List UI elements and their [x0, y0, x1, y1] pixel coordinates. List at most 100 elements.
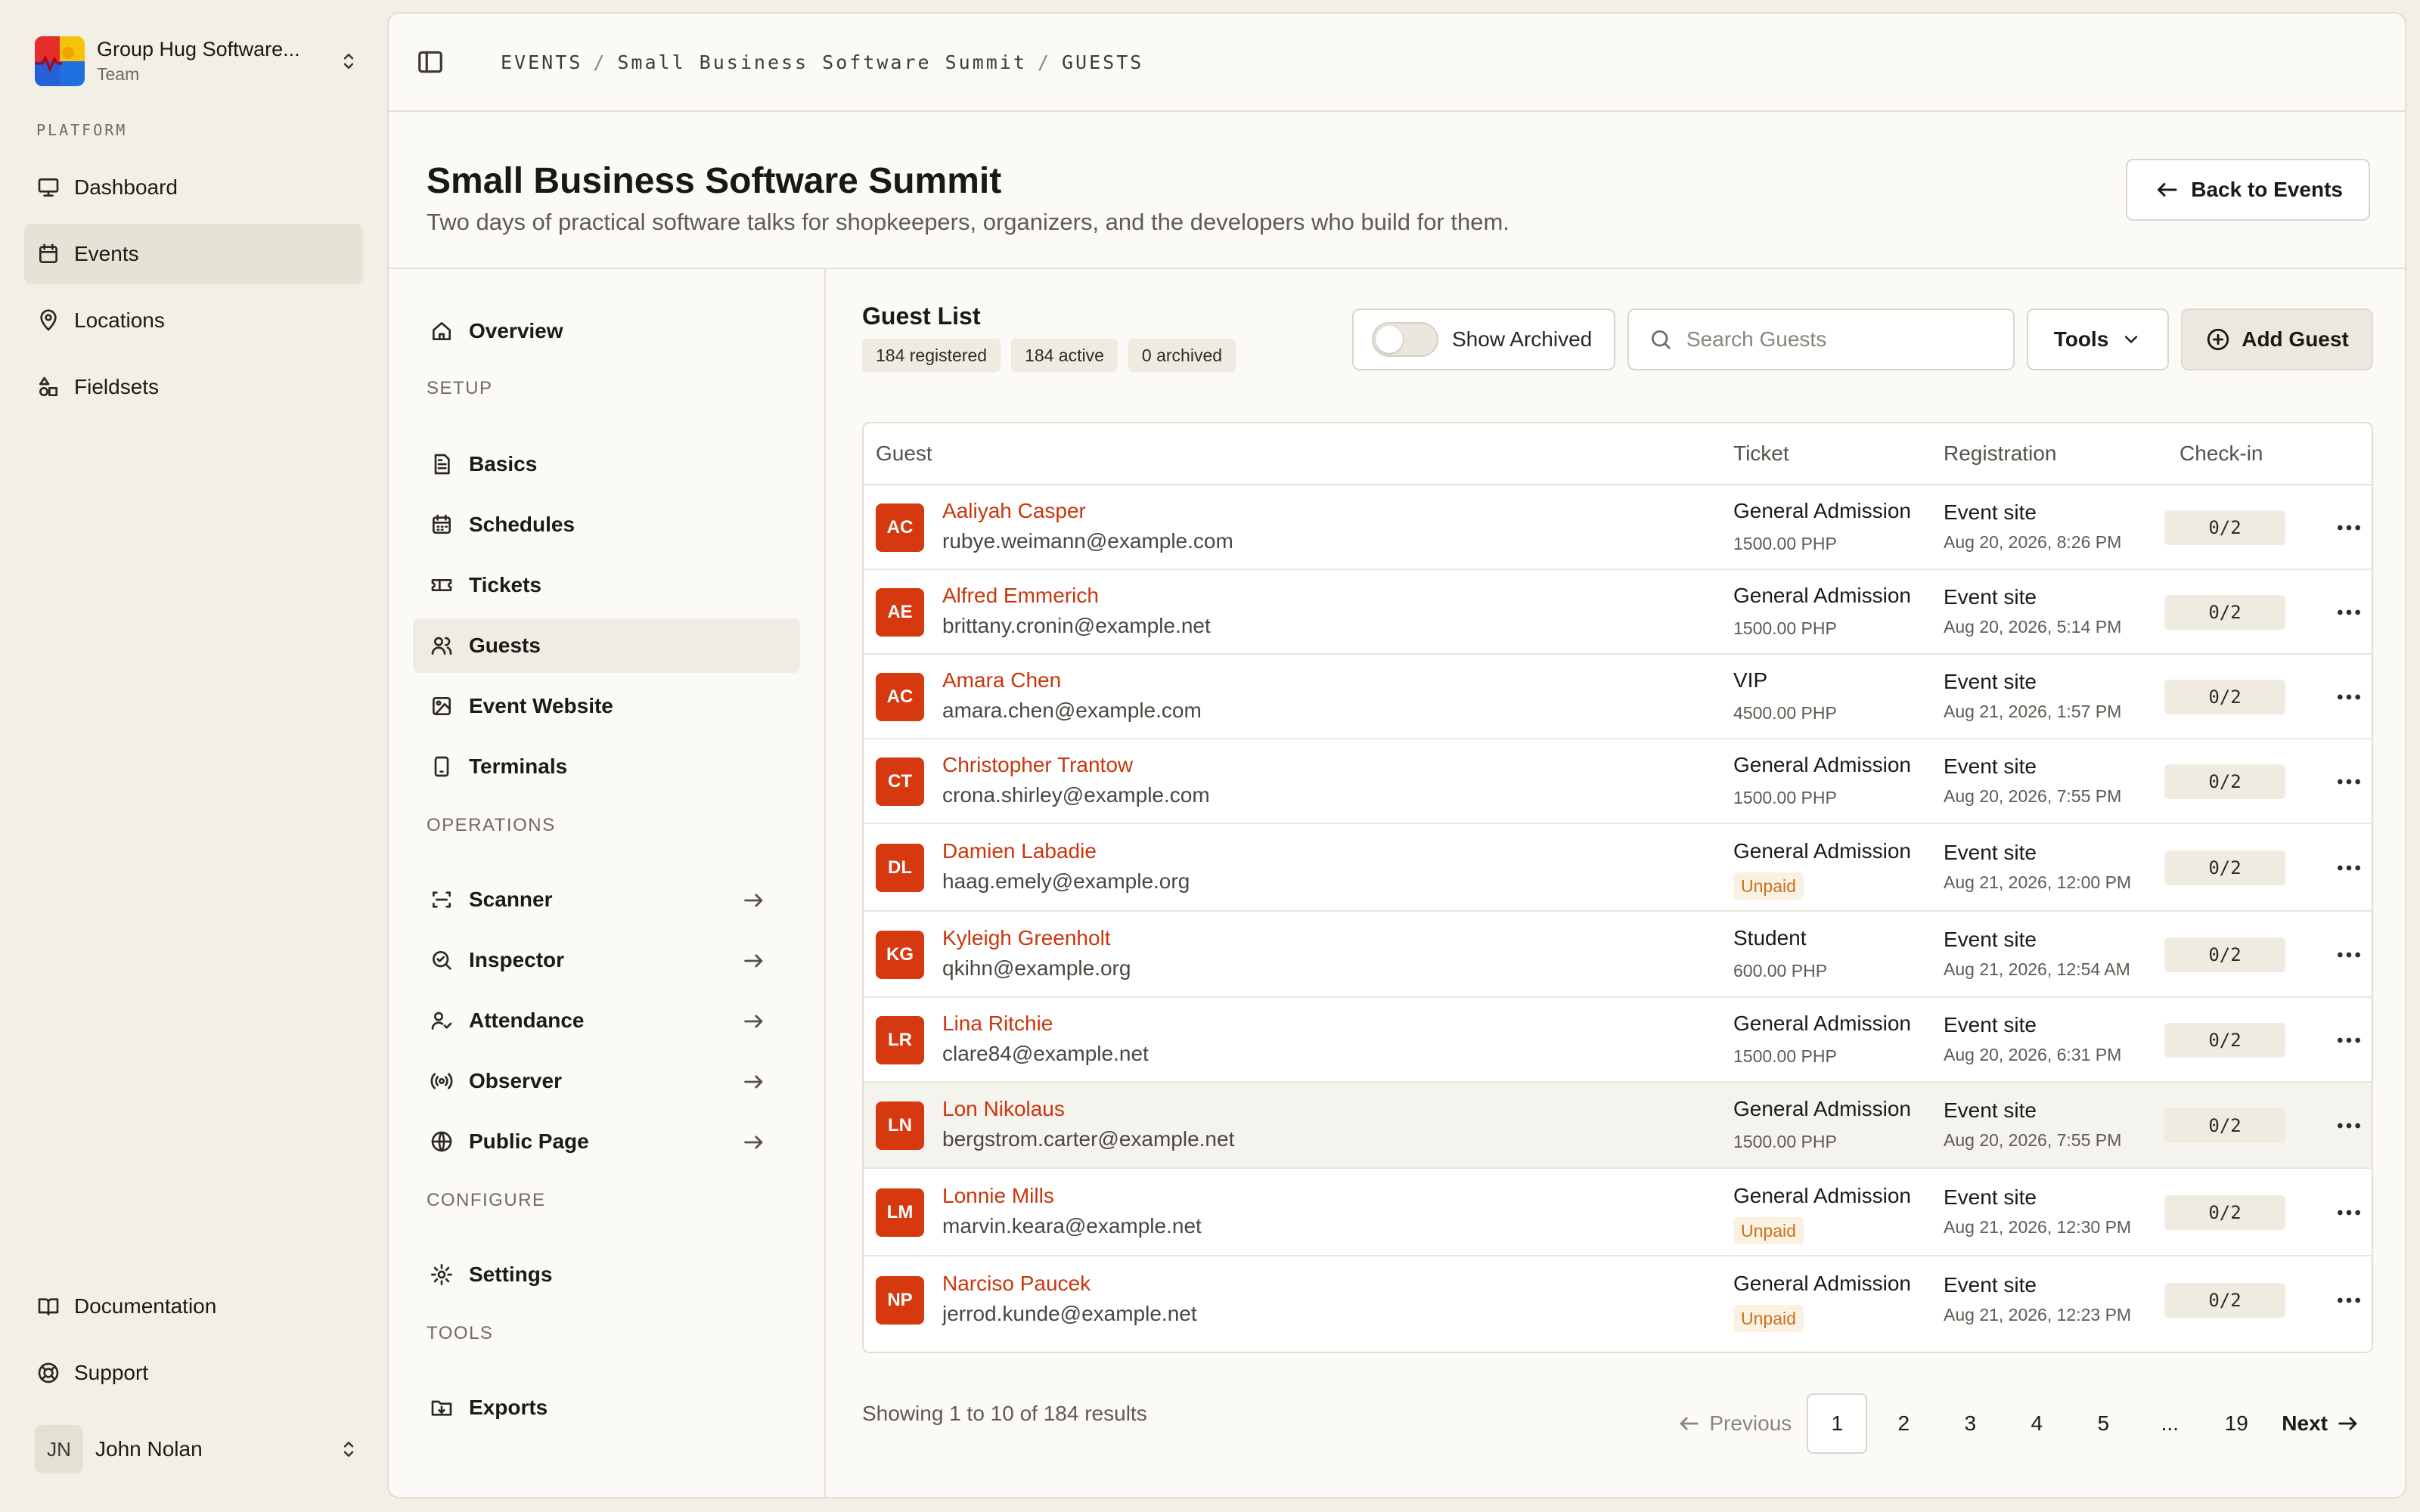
guest-name-link[interactable]: Aaliyah Casper [942, 499, 1086, 523]
more-actions-icon[interactable] [2334, 1198, 2364, 1228]
guest-name-link[interactable]: Lina Ritchie [942, 1012, 1053, 1036]
checkin-count: 0/2 [2164, 595, 2285, 630]
guest-avatar: LR [876, 1016, 924, 1064]
nav-terminals[interactable]: Terminals [413, 739, 800, 794]
nav-observer[interactable]: Observer [413, 1054, 800, 1108]
avatar: JN [35, 1425, 83, 1473]
show-archived-toggle[interactable]: Show Archived [1352, 308, 1615, 370]
more-actions-icon[interactable] [2334, 1111, 2364, 1141]
back-to-events-button[interactable]: Back to Events [2126, 159, 2370, 221]
unpaid-badge: Unpaid [1733, 1305, 1804, 1332]
breadcrumb-events[interactable]: EVENTS [501, 51, 582, 73]
checkin-count: 0/2 [2164, 937, 2285, 972]
table-row[interactable]: KG Kyleigh Greenholt qkihn@example.org Stud… [864, 912, 2372, 998]
ticket-name: General Admission [1733, 753, 1912, 776]
team-switcher[interactable]: Group Hug Software... Team [35, 33, 360, 89]
more-actions-icon[interactable] [2334, 767, 2364, 797]
table-row[interactable]: CT Christopher Trantow crona.shirley@examp… [864, 739, 2372, 824]
nav-guests[interactable]: Guests [413, 618, 800, 673]
panel-toggle-icon[interactable] [416, 48, 445, 76]
more-actions-icon[interactable] [2334, 513, 2364, 543]
table-row[interactable]: AC Amara Chen amara.chen@example.com VIP 450… [864, 655, 2372, 739]
guest-email: clare84@example.net [942, 1042, 1149, 1065]
column-header-ticket[interactable]: Ticket [1733, 423, 1789, 484]
page-button[interactable]: 4 [2006, 1393, 2067, 1454]
guest-name-link[interactable]: Christopher Trantow [942, 753, 1133, 777]
previous-page-button[interactable]: Previous [1667, 1393, 1801, 1454]
nav-settings[interactable]: Settings [413, 1247, 800, 1302]
nav-event-website[interactable]: Event Website [413, 679, 800, 733]
more-actions-icon[interactable] [2334, 1025, 2364, 1055]
table-row[interactable]: AC Aaliyah Casper rubye.weimann@example.co… [864, 485, 2372, 570]
page-button[interactable]: 1 [1807, 1393, 1868, 1454]
nav-scanner[interactable]: Scanner [413, 872, 800, 927]
guest-name-link[interactable]: Alfred Emmerich [942, 584, 1099, 608]
registration-source: Event site [1944, 500, 2037, 524]
shapes-icon [39, 376, 57, 396]
table-row[interactable]: NP Narciso Paucek jerrod.kunde@example.net… [864, 1256, 2372, 1344]
column-header-checkin[interactable]: Check-in [2180, 423, 2263, 484]
pagination: Previous 1 2 3 4 5... 19 Next [1661, 1393, 2370, 1455]
guest-name-link[interactable]: Lon Nikolaus [942, 1097, 1065, 1121]
toggle-switch[interactable] [1372, 322, 1438, 357]
sidebar-item-events[interactable]: Events [24, 224, 363, 284]
back-button-label: Back to Events [2191, 178, 2343, 201]
more-actions-icon[interactable] [2334, 1285, 2364, 1315]
sidebar-item-support[interactable]: Support [24, 1343, 363, 1403]
table-row[interactable]: DL Damien Labadie haag.emely@example.org Ge… [864, 824, 2372, 912]
more-actions-icon[interactable] [2334, 597, 2364, 627]
more-actions-icon[interactable] [2334, 853, 2364, 883]
ticket-price: 600.00 PHP [1733, 961, 1828, 981]
nav-section-setup: SETUP [427, 378, 493, 398]
page-button[interactable]: 5 [2073, 1393, 2133, 1454]
checkin-count: 0/2 [2164, 1108, 2285, 1143]
page-button[interactable]: 3 [1940, 1393, 2000, 1454]
unpaid-badge: Unpaid [1733, 1217, 1804, 1244]
event-nav: Overview SETUP Basics Schedules Tickets … [389, 269, 826, 1497]
sidebar-section-platform: PLATFORM [36, 121, 128, 139]
checkin-count: 0/2 [2164, 510, 2285, 545]
next-page-button[interactable]: Next [2273, 1393, 2370, 1454]
guest-name-link[interactable]: Amara Chen [942, 668, 1061, 692]
nav-schedules[interactable]: Schedules [413, 497, 800, 552]
sidebar-item-dashboard[interactable]: Dashboard [24, 157, 363, 218]
guest-name-link[interactable]: Kyleigh Greenholt [942, 926, 1111, 950]
guest-email: amara.chen@example.com [942, 699, 1202, 722]
table-row[interactable]: AE Alfred Emmerich brittany.cronin@example… [864, 570, 2372, 655]
table-row[interactable]: LN Lon Nikolaus bergstrom.carter@example.n… [864, 1083, 2372, 1169]
nav-label: Scanner [469, 888, 553, 911]
search-box[interactable] [1627, 308, 2015, 370]
column-header-guest[interactable]: Guest [876, 423, 932, 484]
table-row[interactable]: LM Lonnie Mills marvin.keara@example.net Ge… [864, 1169, 2372, 1256]
nav-attendance[interactable]: Attendance [413, 993, 800, 1048]
user-menu[interactable]: JN John Nolan [35, 1423, 360, 1476]
nav-inspector[interactable]: Inspector [413, 933, 800, 987]
search-input[interactable] [1686, 327, 1989, 352]
nav-overview[interactable]: Overview [413, 304, 800, 358]
add-guest-button[interactable]: Add Guest [2181, 308, 2373, 370]
column-header-registration[interactable]: Registration [1944, 423, 2056, 484]
registration-source: Event site [1944, 585, 2037, 609]
nav-label: Overview [469, 319, 563, 342]
folder-download-icon [431, 1400, 452, 1416]
nav-public-page[interactable]: Public Page [413, 1114, 800, 1169]
sidebar-item-locations[interactable]: Locations [24, 290, 363, 351]
table-row[interactable]: LR Lina Ritchie clare84@example.net General… [864, 998, 2372, 1083]
breadcrumb-event[interactable]: Small Business Software Summit [617, 51, 1027, 73]
page-button[interactable]: 19 [2206, 1393, 2266, 1454]
nav-tickets[interactable]: Tickets [413, 558, 800, 612]
guest-name-link[interactable]: Lonnie Mills [942, 1184, 1054, 1208]
more-actions-icon[interactable] [2334, 940, 2364, 970]
guest-name-link[interactable]: Damien Labadie [942, 839, 1097, 863]
map-pin-icon [40, 309, 57, 331]
sidebar-item-fieldsets[interactable]: Fieldsets [24, 357, 363, 417]
unpaid-badge: Unpaid [1733, 872, 1804, 900]
more-actions-icon[interactable] [2334, 682, 2364, 712]
nav-basics[interactable]: Basics [413, 437, 800, 491]
sidebar-item-documentation[interactable]: Documentation [24, 1276, 363, 1337]
guest-name-link[interactable]: Narciso Paucek [942, 1272, 1091, 1296]
tools-dropdown-button[interactable]: Tools [2027, 308, 2169, 370]
page-button[interactable]: 2 [1873, 1393, 1934, 1454]
nav-label: Observer [469, 1069, 562, 1092]
nav-exports[interactable]: Exports [413, 1380, 800, 1435]
